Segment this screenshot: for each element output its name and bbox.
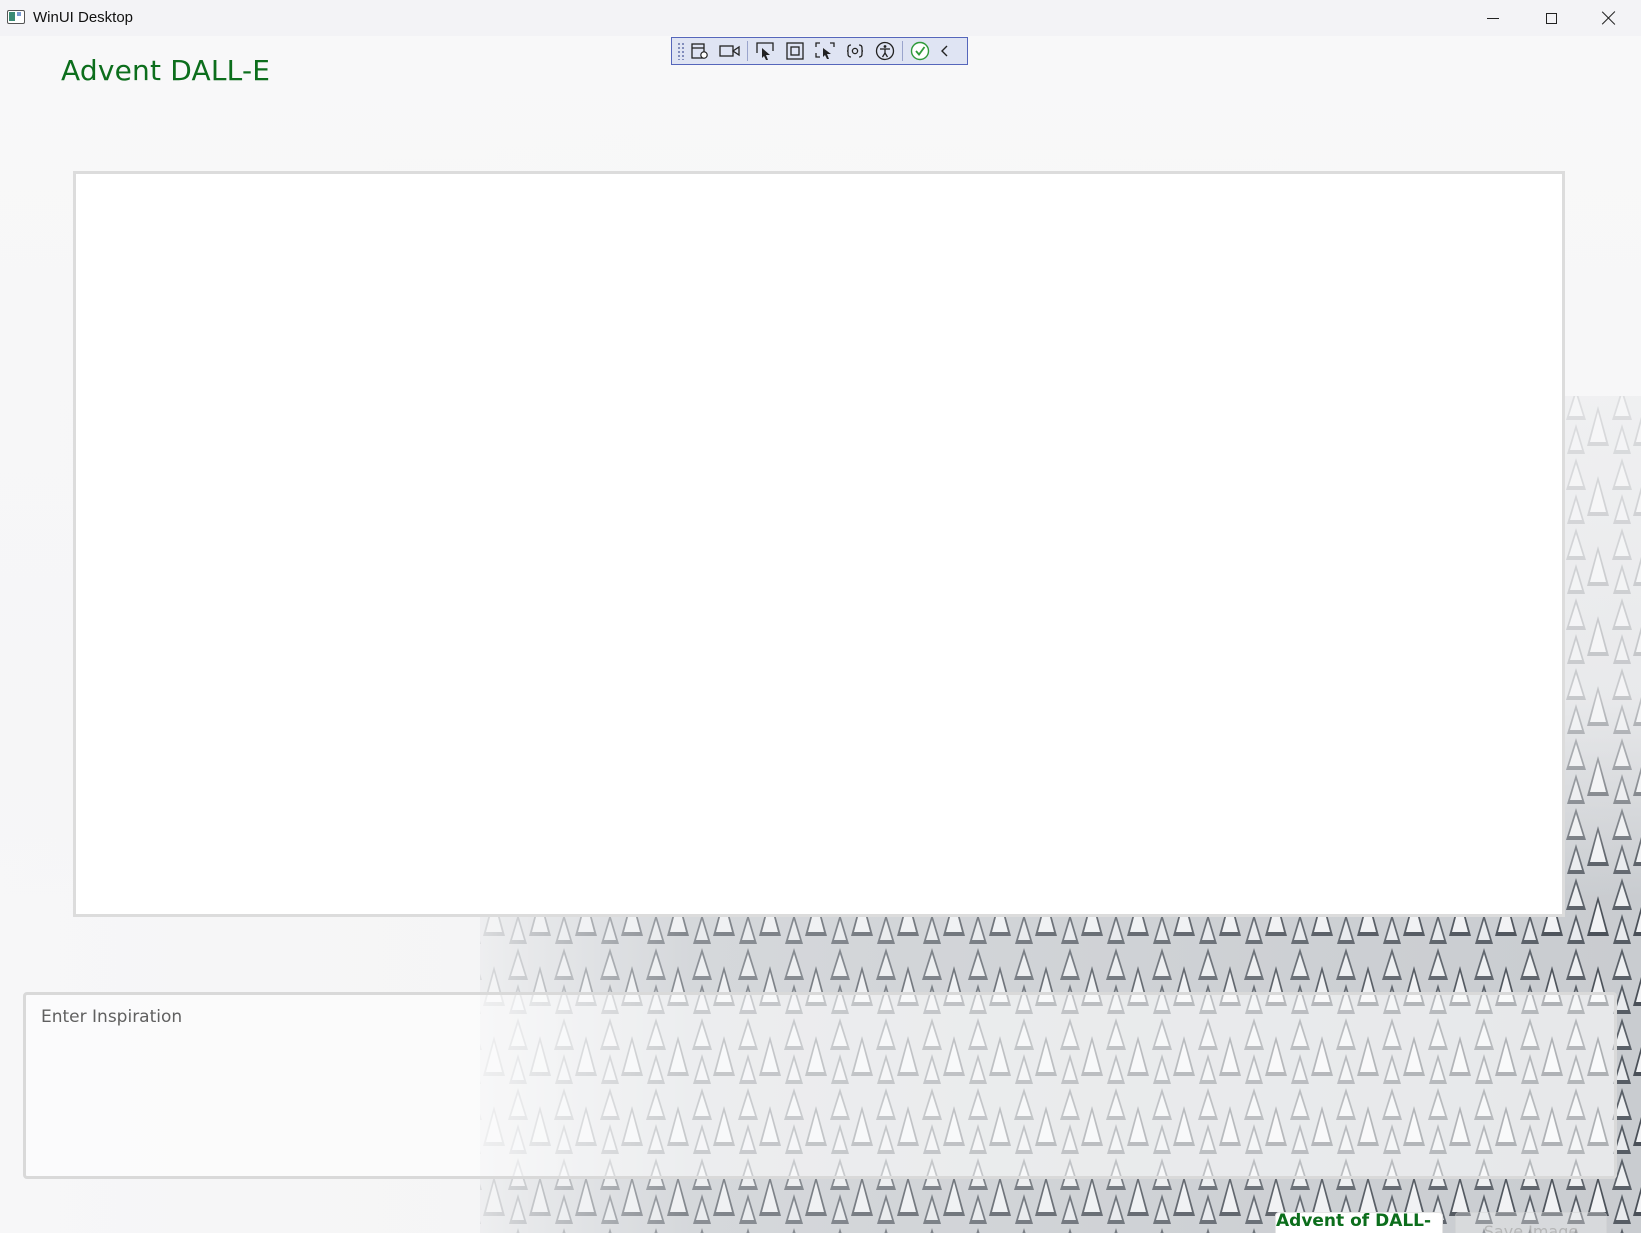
- save-image-button[interactable]: Save Image: [1455, 1212, 1607, 1233]
- binding-failures-button[interactable]: [840, 38, 870, 64]
- app-content: Enter Inspiration Advent of DALL-E Save …: [0, 36, 1641, 1233]
- select-element-button[interactable]: [750, 38, 780, 64]
- toolbar-grip[interactable]: [677, 42, 685, 60]
- page-title: Advent DALL-E: [61, 54, 271, 87]
- hot-reload-status-button[interactable]: [905, 38, 935, 64]
- track-focused-element-button[interactable]: [810, 38, 840, 64]
- close-icon: [1602, 11, 1616, 25]
- collapse-toolbar-button[interactable]: [935, 38, 955, 64]
- xaml-debug-toolbar[interactable]: [671, 37, 968, 65]
- accessibility-checker-icon: [875, 41, 895, 61]
- display-layout-adorners-button[interactable]: [780, 38, 810, 64]
- select-element-icon: [756, 42, 774, 60]
- inspiration-input[interactable]: [26, 995, 1614, 1176]
- maximize-button[interactable]: [1522, 0, 1580, 36]
- app-toolbar-button[interactable]: [685, 38, 715, 64]
- app-icon: [7, 10, 25, 24]
- window-title: WinUI Desktop: [33, 9, 134, 26]
- advent-of-dall-e-button[interactable]: Advent of DALL-E: [1275, 1211, 1443, 1233]
- app-toolbar-icon: [691, 43, 708, 59]
- track-focused-element-icon: [815, 42, 835, 59]
- binding-failures-icon: [846, 44, 864, 58]
- inspiration-textbox[interactable]: Enter Inspiration: [23, 992, 1617, 1179]
- title-bar[interactable]: WinUI Desktop: [0, 0, 1641, 36]
- toolbar-separator: [902, 41, 903, 61]
- accessibility-checker-button[interactable]: [870, 38, 900, 64]
- display-layout-adorners-icon: [786, 42, 804, 60]
- generated-image-frame: [73, 171, 1565, 917]
- collapse-chevron-icon: [941, 45, 948, 57]
- minimize-button[interactable]: [1464, 0, 1522, 36]
- video-camera-button[interactable]: [715, 38, 745, 64]
- toolbar-separator: [747, 41, 748, 61]
- maximize-icon: [1545, 12, 1557, 24]
- close-button[interactable]: [1580, 0, 1638, 36]
- hot-reload-status-icon: [910, 41, 930, 61]
- video-camera-icon: [719, 45, 740, 57]
- minimize-icon: [1487, 17, 1499, 19]
